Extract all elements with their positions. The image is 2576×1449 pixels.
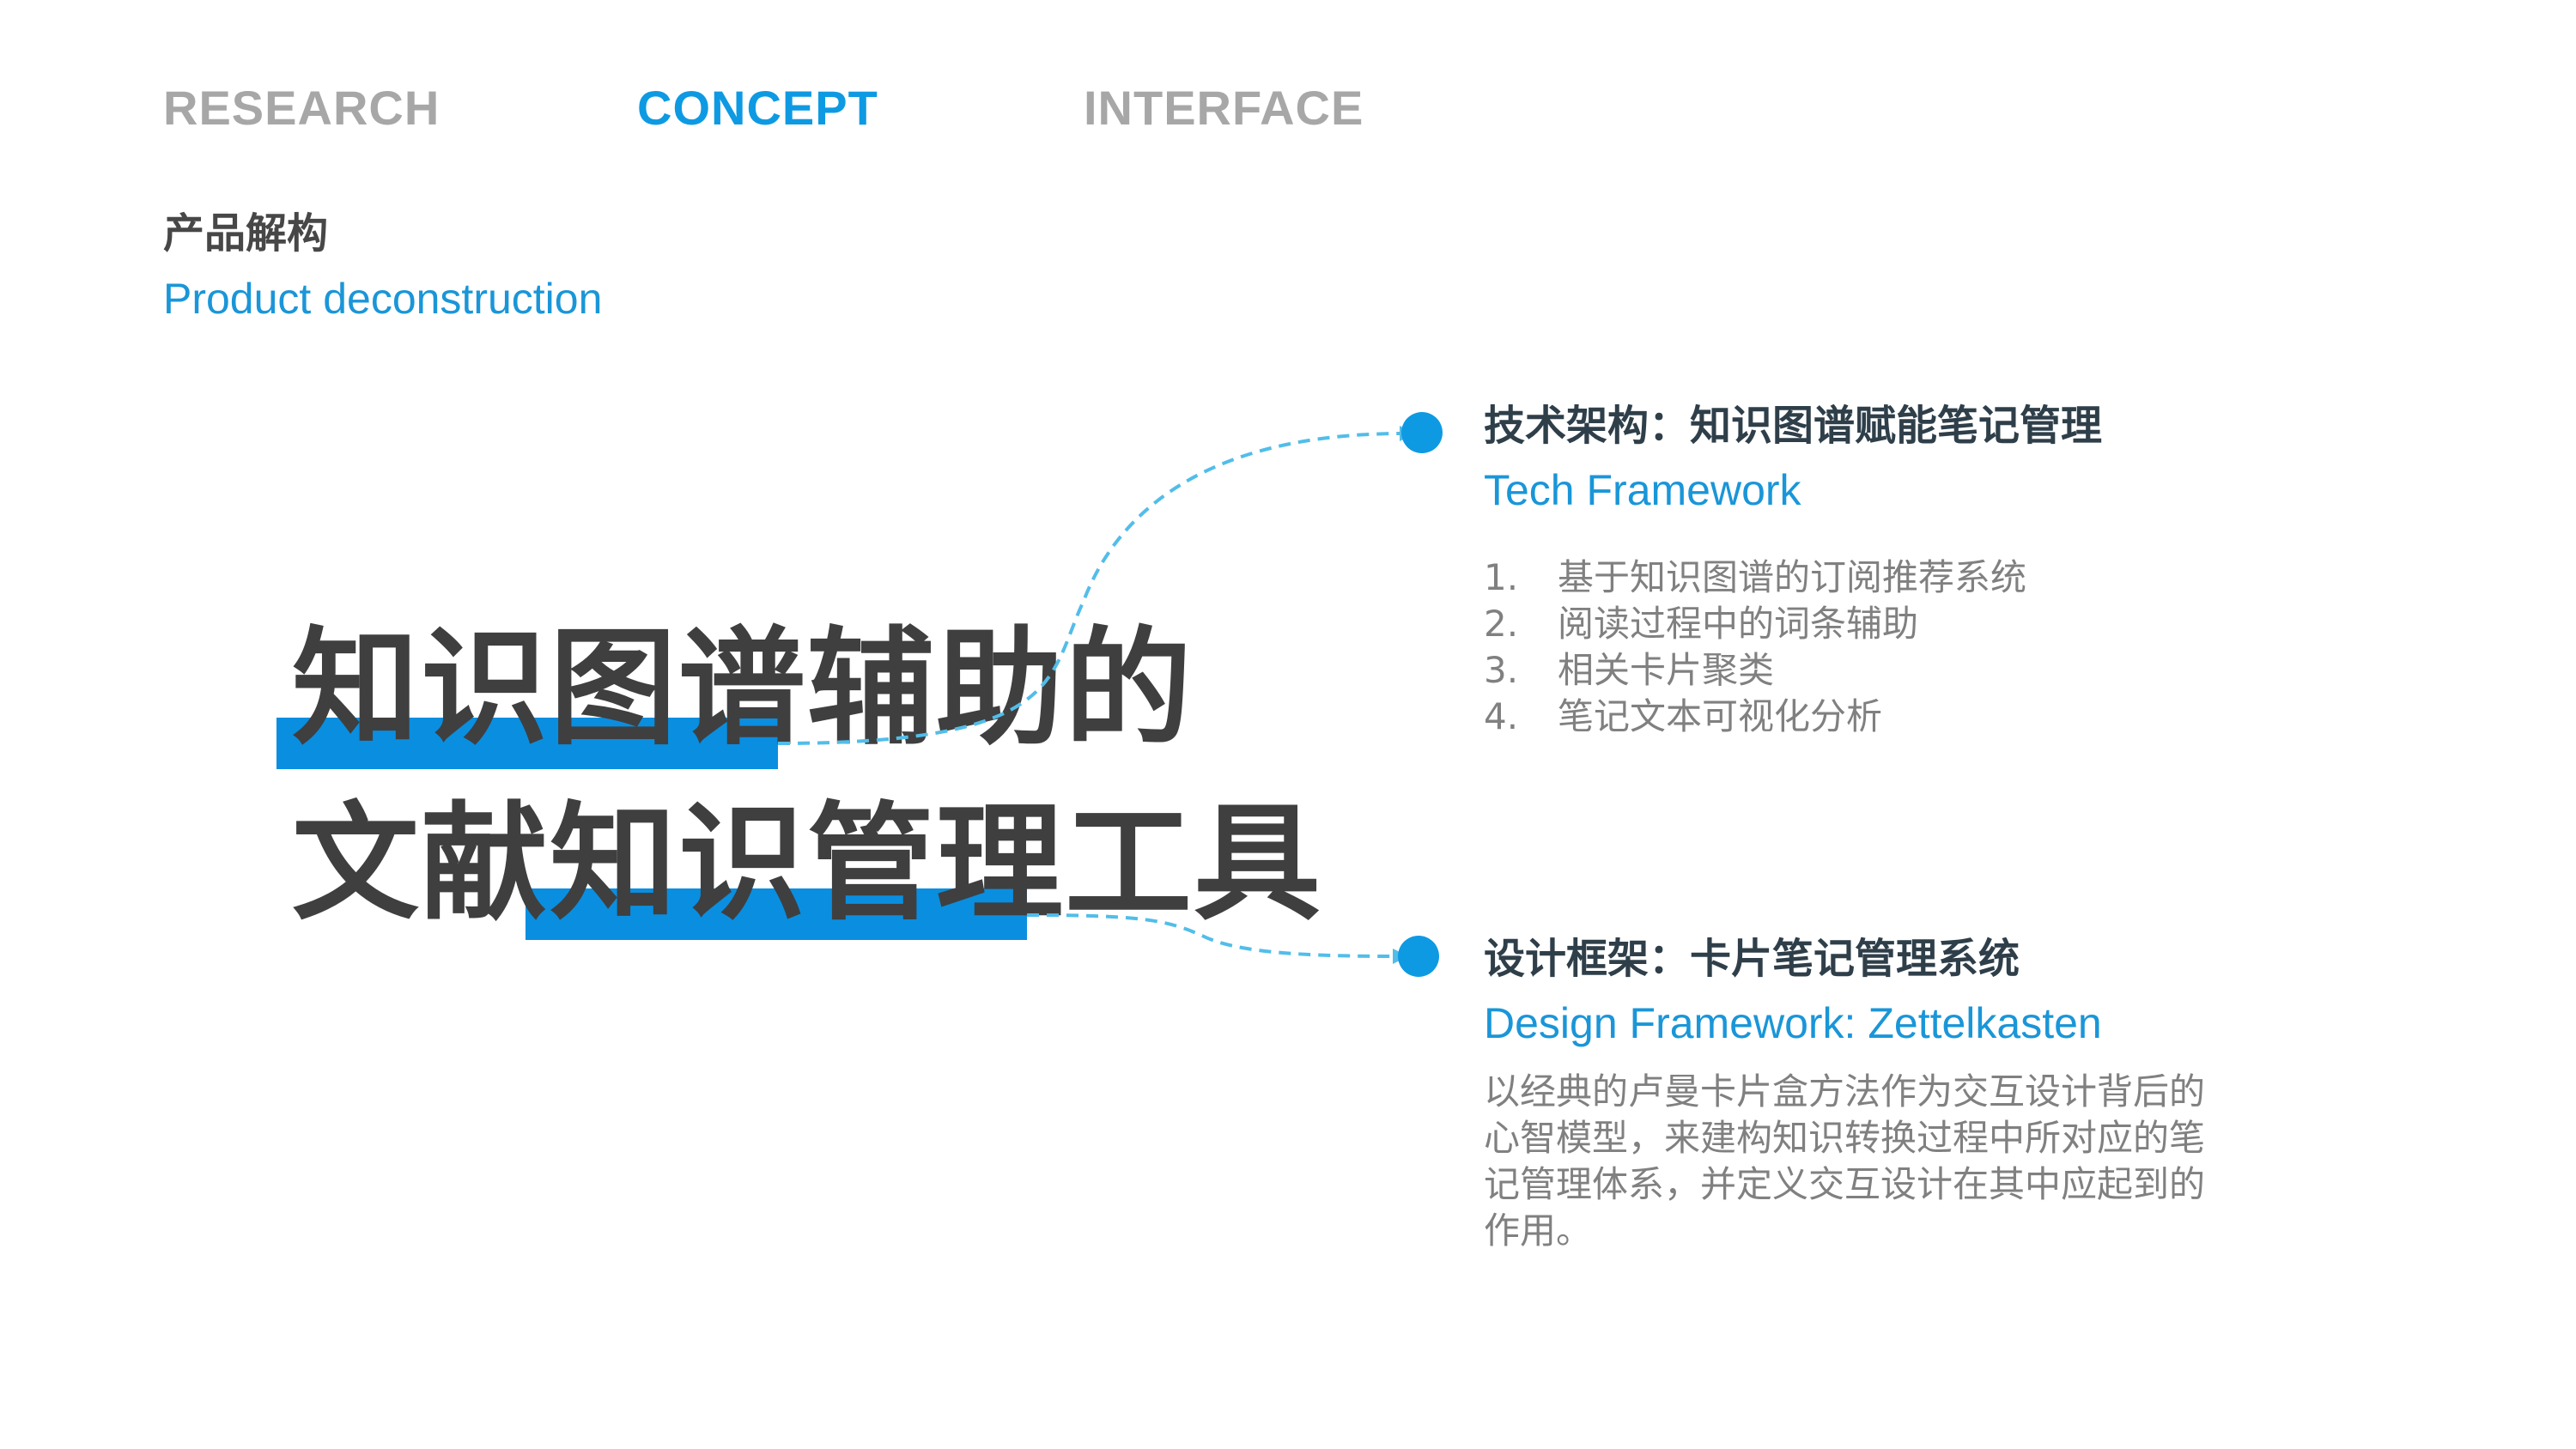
connector-to-tech xyxy=(777,432,1404,745)
tech-feature-list: 1. 基于知识图谱的订阅推荐系统 2. 阅读过程中的词条辅助 3. 相关卡片聚类 4.… xyxy=(1484,555,2026,740)
design-title-cn: 设计框架：卡片笔记管理系统 xyxy=(1484,935,2020,983)
tech-title-cn: 技术架构：知识图谱赋能笔记管理 xyxy=(1484,402,2103,450)
list-item: 4. 笔记文本可视化分析 xyxy=(1484,695,1883,737)
design-description: 以经典的卢曼卡片盒方法作为交互设计背后的心智模型，来建构知识转换过程中所对应的笔… xyxy=(1484,1070,2206,1252)
list-item: 1. 基于知识图谱的订阅推荐系统 xyxy=(1484,556,2027,598)
connector-to-design xyxy=(1026,913,1397,958)
design-node-dot xyxy=(1398,936,1439,977)
tech-title-en: Tech Framework xyxy=(1484,466,1801,514)
list-item: 2. 阅读过程中的词条辅助 xyxy=(1484,603,1919,645)
list-item: 3. 相关卡片聚类 xyxy=(1484,649,1775,691)
tech-node-dot xyxy=(1401,412,1443,453)
design-title-en: Design Framework: Zettelkasten xyxy=(1484,999,2102,1047)
